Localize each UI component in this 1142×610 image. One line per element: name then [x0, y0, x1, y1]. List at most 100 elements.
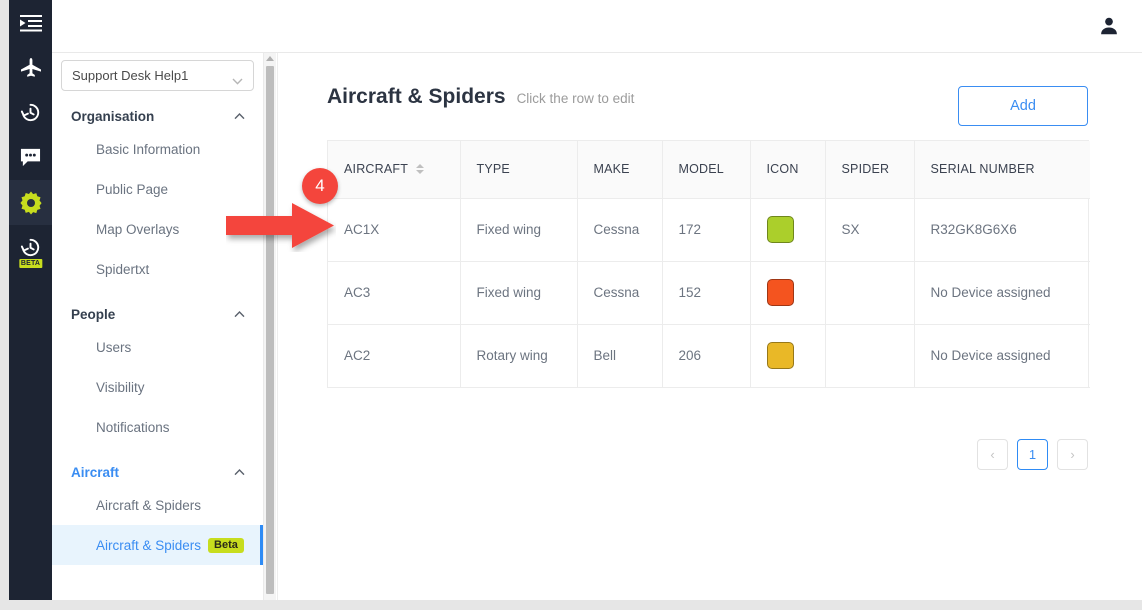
pagination-next-button[interactable]: ›: [1057, 439, 1088, 470]
cell-serial-number: No Device assigned: [914, 324, 1090, 388]
column-header-label: TYPE: [476, 162, 510, 177]
sidebar-item-users[interactable]: Users: [52, 327, 263, 367]
aircraft-table: AIRCRAFT TYPE MAKE MODEL ICON SPIDER SER…: [328, 141, 1090, 388]
column-header-label: MAKE: [593, 162, 630, 177]
cell-make: Cessna: [577, 261, 663, 325]
scrollbar-thumb[interactable]: [266, 66, 274, 594]
column-header-make[interactable]: MAKE: [577, 141, 663, 199]
airplane-icon[interactable]: [9, 45, 52, 90]
page-title: Aircraft & Spiders: [327, 85, 506, 108]
sidebar-item-label: Map Overlays: [96, 221, 180, 237]
sidebar-section-people[interactable]: People: [52, 301, 263, 327]
organisation-select[interactable]: Support Desk Help1: [61, 60, 254, 91]
chevron-up-icon: [234, 107, 245, 125]
cell-icon: [750, 324, 826, 388]
beta-badge: Beta: [208, 537, 244, 553]
organisation-select-value: Support Desk Help1: [72, 68, 189, 83]
column-header-serial-number[interactable]: SERIAL NUMBER: [914, 141, 1090, 199]
sort-arrows-icon[interactable]: [416, 164, 425, 175]
scroll-up-arrow-icon[interactable]: [266, 56, 274, 61]
cell-type: Fixed wing: [460, 198, 578, 262]
app-window: BETA Support Desk Help1 Organisation Bas…: [0, 0, 1142, 610]
cell-icon: [750, 198, 826, 262]
sidebar-item-spidertxt[interactable]: Spidertxt: [52, 249, 263, 289]
column-header-label: ICON: [766, 162, 799, 177]
cell-model: 152: [662, 261, 751, 325]
pagination-page-1[interactable]: 1: [1017, 439, 1048, 470]
sidebar-section-aircraft[interactable]: Aircraft: [52, 459, 263, 485]
sidebar-item-label: Spidertxt: [96, 261, 150, 277]
sidebar-section-title: Organisation: [71, 108, 155, 124]
page-subtitle: Click the row to edit: [516, 91, 635, 106]
sidebar-item-label: Basic Information: [96, 141, 201, 157]
content-header: Aircraft & Spiders Click the row to edit: [327, 85, 634, 109]
cell-icon: [750, 261, 826, 325]
sidebar-item-label: Aircraft & Spiders: [96, 537, 202, 553]
column-header-type[interactable]: TYPE: [460, 141, 578, 199]
sidebar-item-aircraft-spiders[interactable]: Aircraft & Spiders: [52, 485, 263, 525]
cell-spider: [825, 261, 915, 325]
cell-serial-number: R32GK8G6X6: [914, 198, 1090, 262]
cell-aircraft: AC2: [328, 324, 461, 388]
history-beta-icon[interactable]: BETA: [9, 225, 52, 270]
cell-aircraft: AC1X: [328, 198, 461, 262]
top-bar: [52, 0, 1142, 53]
cell-make: Cessna: [577, 198, 663, 262]
sidebar-section-title: People: [71, 306, 116, 322]
menu-toggle-icon[interactable]: [9, 0, 52, 45]
sidebar-item-label: Public Page: [96, 181, 169, 197]
sidebar-item-notifications[interactable]: Notifications: [52, 407, 263, 447]
column-header-icon[interactable]: ICON: [750, 141, 826, 199]
chevron-up-icon: [234, 305, 245, 323]
table-row[interactable]: AC3 Fixed wing Cessna 152 No Device assi…: [328, 261, 1090, 325]
pagination: ‹ 1 ›: [977, 439, 1088, 470]
table-body: AC1X Fixed wing Cessna 172 SX R32GK8G6X6…: [328, 198, 1090, 388]
user-avatar-icon[interactable]: [1094, 11, 1124, 41]
table-row[interactable]: AC2 Rotary wing Bell 206 No Device assig…: [328, 324, 1090, 388]
sidebar-item-label: Users: [96, 339, 132, 355]
sidebar-item-basic-information[interactable]: Basic Information: [52, 129, 263, 169]
table-row[interactable]: AC1X Fixed wing Cessna 172 SX R32GK8G6X6: [328, 198, 1090, 262]
history-icon[interactable]: [9, 90, 52, 135]
sidebar-item-label: Visibility: [96, 379, 145, 395]
chevron-up-icon: [234, 463, 245, 481]
icon-color-swatch: [766, 216, 794, 243]
column-header-label: AIRCRAFT: [344, 162, 409, 177]
chat-bubble-icon[interactable]: [9, 135, 52, 180]
cell-spider: [825, 324, 915, 388]
sidebar-item-aircraft-spiders-beta[interactable]: Aircraft & Spiders Beta: [52, 525, 263, 565]
sidebar-section-title: Aircraft: [71, 464, 120, 480]
column-header-model[interactable]: MODEL: [662, 141, 751, 199]
cell-type: Rotary wing: [460, 324, 578, 388]
main-content: Aircraft & Spiders Click the row to edit…: [277, 53, 1142, 600]
sidebar: Support Desk Help1 Organisation Basic In…: [52, 53, 263, 600]
cell-spider: SX: [825, 198, 915, 262]
cell-model: 172: [662, 198, 751, 262]
cell-type: Fixed wing: [460, 261, 578, 325]
pagination-prev-button[interactable]: ‹: [977, 439, 1008, 470]
annotation-step-badge: 4: [302, 168, 338, 204]
sidebar-item-label: Notifications: [96, 419, 170, 435]
chevron-down-icon: [232, 72, 243, 85]
sidebar-item-map-overlays[interactable]: Map Overlays: [52, 209, 263, 249]
sidebar-scrollbar[interactable]: [263, 53, 276, 600]
sidebar-item-label: Aircraft & Spiders: [96, 497, 202, 513]
icon-color-swatch: [766, 342, 794, 369]
column-header-label: MODEL: [678, 162, 724, 177]
sidebar-item-visibility[interactable]: Visibility: [52, 367, 263, 407]
settings-gear-icon[interactable]: [9, 180, 52, 225]
column-header-spider[interactable]: SPIDER: [825, 141, 915, 199]
aircraft-table-wrapper: AIRCRAFT TYPE MAKE MODEL ICON SPIDER SER…: [327, 140, 1090, 388]
add-button[interactable]: Add: [958, 86, 1088, 126]
table-header-row: AIRCRAFT TYPE MAKE MODEL ICON SPIDER SER…: [328, 141, 1090, 199]
column-header-aircraft[interactable]: AIRCRAFT: [328, 141, 461, 199]
cell-serial-number: No Device assigned: [914, 261, 1090, 325]
cell-model: 206: [662, 324, 751, 388]
icon-rail: BETA: [9, 0, 52, 600]
column-header-label: SPIDER: [841, 162, 890, 177]
sidebar-section-organisation[interactable]: Organisation: [52, 103, 263, 129]
column-header-label: SERIAL NUMBER: [930, 162, 1035, 177]
cell-make: Bell: [577, 324, 663, 388]
sidebar-item-public-page[interactable]: Public Page: [52, 169, 263, 209]
cell-aircraft: AC3: [328, 261, 461, 325]
